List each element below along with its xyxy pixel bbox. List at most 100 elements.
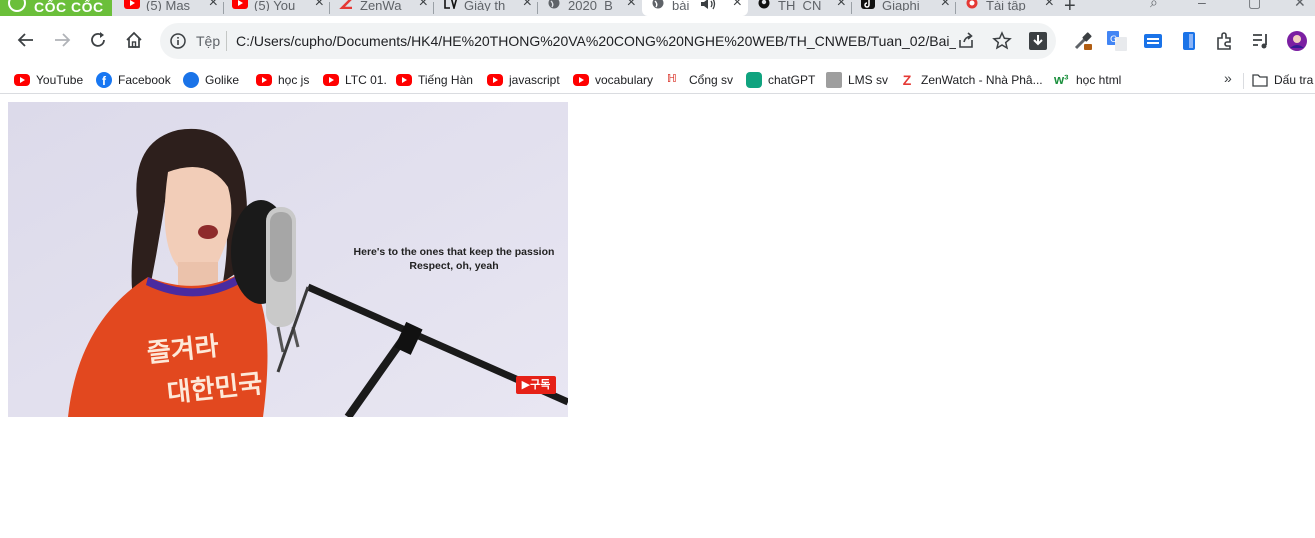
new-tab-button[interactable]: + [1064,0,1076,16]
translate-extension-icon[interactable]: G [1106,30,1128,52]
globe-icon [652,0,664,9]
close-icon[interactable]: × [1045,0,1054,11]
svg-text:G: G [1110,35,1117,45]
toolbar: Tệp C:/Users/cupho/Documents/HK4/HE%20TH… [0,16,1315,66]
star-icon[interactable] [992,31,1012,51]
bookmark-label: LTC 01. [345,73,387,87]
bookmarks-overflow-button[interactable]: » [1224,70,1232,86]
folder-icon [1252,74,1268,87]
youtube-icon [232,0,248,9]
youtube-icon [256,74,272,86]
tab-1[interactable]: (5) Mas × [116,0,224,16]
bookmarks-divider [1243,73,1244,89]
lv-icon [444,0,458,9]
bookmark-hoc-html[interactable]: w³ học html [1054,70,1121,90]
zenwatch-icon: Z [902,72,912,88]
subtitle-line-1: Here's to the ones that keep the passion [353,246,555,258]
bookmark-label: học html [1076,73,1122,87]
reload-button[interactable] [84,26,112,54]
tab-title: TH_CN [778,1,822,11]
bookmark-ltc01[interactable]: LTC 01. [323,70,387,90]
tab-active[interactable]: bài × [642,0,748,16]
tab-title: ZenWa [360,1,402,11]
close-icon[interactable]: × [837,0,846,11]
bookmark-golike[interactable]: Golike [183,70,239,90]
bookmark-label: LMS sv [848,73,889,87]
tab-2[interactable]: (5) You × [224,0,330,16]
profile-avatar[interactable] [1286,30,1308,52]
tab-3[interactable]: ZenWa × [330,0,434,16]
coccoc-logo-icon [8,0,26,12]
close-icon[interactable]: × [209,0,218,11]
url-text[interactable]: C:/Users/cupho/Documents/HK4/HE%20THONG%… [236,33,956,49]
bookmark-chatgpt[interactable]: chatGPT [746,70,815,90]
tab-8[interactable]: Giaphi × [852,0,956,16]
bookmark-tieng-han[interactable]: Tiếng Hàn [396,70,473,90]
maximize-button[interactable]: ▢ [1248,0,1261,11]
close-icon[interactable]: × [419,0,428,11]
bookmark-label: Golike [205,73,240,87]
close-icon[interactable]: × [733,0,742,11]
tab-title: 2020_B [568,1,613,11]
close-icon[interactable]: × [523,0,532,11]
zenwatch-icon [339,0,352,9]
tab-title: (5) You [254,1,296,11]
bookmark-label: Cổng sv [689,73,734,87]
info-icon[interactable] [170,33,186,49]
address-bar[interactable]: Tệp C:/Users/cupho/Documents/HK4/HE%20TH… [160,23,1056,59]
bookmark-lms-sv[interactable]: LMS sv [826,70,888,90]
search-tabs-icon[interactable]: ⌕ [1150,0,1158,11]
youtube-icon [14,74,30,86]
coccoc-menu-button[interactable]: CỐC CỐC [0,0,112,16]
keyboard-extension-icon[interactable] [1142,30,1164,52]
golike-icon [183,72,199,88]
cong-sv-icon: ℍ [667,73,677,85]
close-window-button[interactable]: ✕ [1294,0,1306,11]
bookmark-vocabulary[interactable]: vocabulary [573,70,653,90]
bookmark-facebook[interactable]: f Facebook [96,70,171,90]
speaker-icon[interactable] [700,0,718,10]
bookmark-label: javascript [509,73,560,87]
youtube-icon [487,74,503,86]
forward-button[interactable] [48,26,76,54]
bookmark-javascript[interactable]: javascript [487,70,560,90]
tab-title: bài [672,1,690,11]
home-button[interactable] [120,26,148,54]
youtube-icon [573,74,589,86]
tab-strip: CỐC CỐC (5) Mas × (5) You × ZenWa × Giày… [0,0,1315,16]
arrow-right-icon [55,33,71,47]
eyedropper-extension-icon[interactable] [1072,30,1094,52]
share-icon[interactable] [956,31,976,51]
arrow-left-icon [17,33,33,47]
extensions-puzzle-icon[interactable] [1214,30,1236,52]
omnibox-divider [226,31,227,51]
youtube-icon [396,74,412,86]
download-icon[interactable] [1028,31,1048,51]
bookmark-label: YouTube [36,73,84,87]
bookmark-label: học js [278,73,310,87]
subscribe-button[interactable]: ▶구독 [516,376,556,394]
tab-4[interactable]: Giày th × [434,0,538,16]
youtube-icon [124,0,140,9]
bookmark-label: vocabulary [595,73,654,87]
close-icon[interactable]: × [941,0,950,11]
tab-7[interactable]: TH_CN × [748,0,852,16]
bookmark-other-folder[interactable]: Dấu tra [1252,70,1313,90]
tab-5[interactable]: 2020_B × [538,0,642,16]
red-app-icon [966,0,978,9]
tab-title: Tài tập [986,1,1026,11]
bookmarks-bar: YouTube f Facebook Golike học js LTC 01. … [0,66,1315,94]
minimize-button[interactable]: – [1198,0,1206,10]
phone-extension-icon[interactable] [1178,30,1200,52]
bookmark-cong-sv[interactable]: ℍ Cổng sv [667,70,733,90]
github-icon [758,0,770,9]
media-playlist-icon[interactable] [1250,30,1272,52]
back-button[interactable] [12,26,40,54]
close-icon[interactable]: × [627,0,636,11]
embedded-video[interactable]: 즐겨라 대한민국 Here's to the ones that keep th… [8,102,568,417]
close-icon[interactable]: × [315,0,324,11]
bookmark-youtube[interactable]: YouTube [14,70,83,90]
tab-9[interactable]: Tài tập × [956,0,1060,16]
bookmark-zenwatch[interactable]: Z ZenWatch - Nhà Phâ... [899,70,1043,90]
bookmark-hoc-js[interactable]: học js [256,70,309,90]
